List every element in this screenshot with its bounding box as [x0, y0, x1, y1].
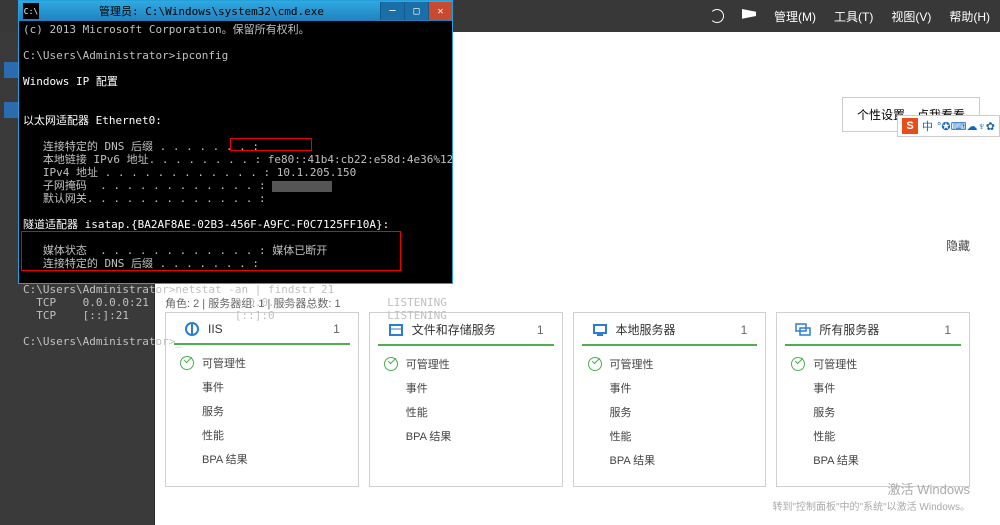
- ipv4-value: 10.1.205.150: [277, 166, 356, 179]
- tile-icon: [184, 321, 200, 337]
- tile-row[interactable]: 服务: [791, 400, 955, 424]
- tile-count: 1: [944, 323, 951, 337]
- ime-item[interactable]: ⌨: [951, 121, 967, 133]
- status-ok-icon: [791, 357, 805, 371]
- hide-link[interactable]: 隐藏: [946, 237, 970, 254]
- tile-title: IIS: [208, 322, 325, 336]
- tile-count: 1: [333, 322, 340, 336]
- tile-title: 所有服务器: [819, 321, 936, 338]
- refresh-icon: [710, 9, 724, 23]
- tile-row-label: 事件: [610, 380, 632, 396]
- ime-item[interactable]: ✪: [941, 121, 950, 133]
- tile-row-label: 可管理性: [202, 355, 246, 371]
- tile-row[interactable]: BPA 结果: [180, 447, 344, 471]
- cmd-title: 管理员: C:\Windows\system32\cmd.exe: [43, 3, 380, 19]
- ime-item[interactable]: ✿: [986, 121, 995, 133]
- cmd-output[interactable]: (c) 2013 Microsoft Corporation。保留所有权利。 C…: [19, 21, 452, 283]
- tile-row[interactable]: 可管理性: [791, 352, 955, 376]
- notifications-button[interactable]: [742, 9, 756, 23]
- tile-title: 文件和存储服务: [412, 321, 529, 338]
- status-ok-icon: [588, 357, 602, 371]
- tile-row[interactable]: 可管理性: [588, 352, 752, 376]
- tile-count: 1: [537, 323, 544, 337]
- tile-row-label: 服务: [202, 403, 224, 419]
- tile-row-label: 可管理性: [406, 356, 450, 372]
- refresh-button[interactable]: [710, 9, 724, 23]
- tile-row[interactable]: 可管理性: [384, 352, 548, 376]
- cmd-titlebar[interactable]: C:\ 管理员: C:\Windows\system32\cmd.exe ─ □…: [19, 1, 452, 21]
- window-buttons: ─ □ ✕: [380, 2, 452, 20]
- tile-header: 所有服务器 1: [785, 313, 961, 346]
- tile-row[interactable]: 可管理性: [180, 351, 344, 375]
- menu-help[interactable]: 帮助(H): [949, 8, 990, 25]
- menu-manage[interactable]: 管理(M): [774, 8, 816, 25]
- status-ok-icon: [180, 356, 194, 370]
- tile-row[interactable]: 事件: [588, 376, 752, 400]
- tile-0[interactable]: IIS 1 可管理性事件服务性能 BPA 结果: [165, 312, 359, 487]
- menu-tools[interactable]: 工具(T): [834, 8, 873, 25]
- ime-toolbar[interactable]: S 中 °✪⌨☁♆✿: [897, 115, 1000, 137]
- tile-row-label: 事件: [813, 380, 835, 396]
- cmd-window[interactable]: C:\ 管理员: C:\Windows\system32\cmd.exe ─ □…: [18, 0, 453, 284]
- flag-icon: [742, 9, 756, 23]
- tile-row-label: 事件: [202, 379, 224, 395]
- tile-row[interactable]: 服务: [588, 400, 752, 424]
- tile-1[interactable]: 文件和存储服务 1 可管理性事件性能 BPA 结果: [369, 312, 563, 487]
- tile-row[interactable]: 性能: [180, 423, 344, 447]
- tile-row-label: 性能: [610, 428, 632, 444]
- tile-3[interactable]: 所有服务器 1 可管理性事件服务性能 BPA 结果: [776, 312, 970, 487]
- status-ok-icon: [384, 357, 398, 371]
- ime-lang[interactable]: 中: [922, 118, 933, 134]
- tile-row-label: 可管理性: [813, 356, 857, 372]
- tile-header: 本地服务器 1: [582, 313, 758, 346]
- tile-count: 1: [741, 323, 748, 337]
- tile-row[interactable]: 事件: [180, 375, 344, 399]
- tile-row-label: 服务: [813, 404, 835, 420]
- tiles-container: IIS1可管理性事件服务性能BPA 结果文件和存储服务1可管理性事件性能BPA …: [165, 312, 970, 487]
- tile-row-label: 事件: [406, 380, 428, 396]
- tile-title: 本地服务器: [616, 321, 733, 338]
- ime-logo-icon: S: [902, 118, 918, 134]
- tile-row-label: BPA 结果: [406, 428, 452, 444]
- redacted-mask: [272, 181, 332, 192]
- tile-row[interactable]: BPA 结果: [791, 448, 955, 472]
- tile-row[interactable]: 性能: [588, 424, 752, 448]
- close-button[interactable]: ✕: [428, 2, 452, 20]
- tile-row[interactable]: 服务: [180, 399, 344, 423]
- tile-row-label: 服务: [610, 404, 632, 420]
- ime-item[interactable]: ☁: [967, 121, 978, 133]
- ime-item[interactable]: ♆: [978, 121, 986, 133]
- minimize-button[interactable]: ─: [380, 2, 404, 20]
- tile-row-label: 可管理性: [610, 356, 654, 372]
- tile-row-label: 性能: [202, 427, 224, 443]
- tile-row-label: 性能: [406, 404, 428, 420]
- tile-icon: [795, 322, 811, 338]
- activate-watermark: 激活 Windows 转到"控制面板"中的"系统"以激活 Windows。: [772, 479, 970, 513]
- tile-row-label: BPA 结果: [610, 452, 656, 468]
- tile-row[interactable]: 事件: [791, 376, 955, 400]
- activate-title: 激活 Windows: [772, 479, 970, 498]
- tile-row[interactable]: 事件: [384, 376, 548, 400]
- tile-row[interactable]: 性能: [791, 424, 955, 448]
- tile-icon: [388, 322, 404, 338]
- menu-view[interactable]: 视图(V): [891, 8, 931, 25]
- tile-row-label: BPA 结果: [813, 452, 859, 468]
- maximize-button[interactable]: □: [404, 2, 428, 20]
- tile-row-label: BPA 结果: [202, 451, 248, 467]
- tile-2[interactable]: 本地服务器 1 可管理性事件服务性能 BPA 结果: [573, 312, 767, 487]
- activate-sub: 转到"控制面板"中的"系统"以激活 Windows。: [772, 498, 970, 513]
- tile-row[interactable]: 性能: [384, 400, 548, 424]
- tile-row-label: 性能: [813, 428, 835, 444]
- tile-row[interactable]: BPA 结果: [384, 424, 548, 448]
- tile-icon: [592, 322, 608, 338]
- cmd-icon: C:\: [23, 3, 39, 19]
- tile-row[interactable]: BPA 结果: [588, 448, 752, 472]
